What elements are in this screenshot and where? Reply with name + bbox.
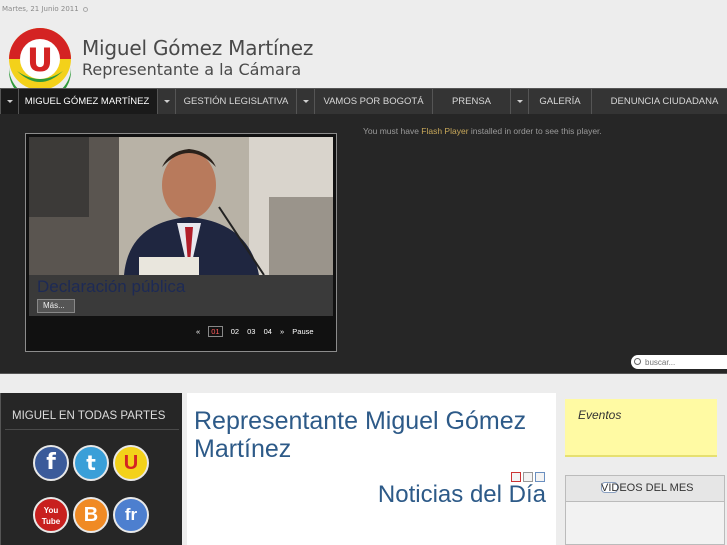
site-subtitle: Representante a la Cámara [82,60,302,79]
nav-label: PRENSA [451,96,492,107]
hero-section: Declaración pública Más... « 01 02 03 04… [0,114,727,374]
blogger-icon[interactable]: B [73,497,109,533]
search-box [631,355,727,369]
prev-icon[interactable]: « [196,327,200,336]
slide-photo[interactable] [29,137,333,275]
videos-header: VIDEOS DEL MES [566,476,724,502]
nav-item-prensa[interactable]: PRENSA [432,89,510,114]
nav-label: DENUNCIA CIUDADANA [610,96,719,107]
page-button[interactable]: 04 [264,327,272,336]
chevron-down-icon[interactable] [1,89,19,114]
slide-caption[interactable]: Declaración pública [37,277,185,297]
friendfeed-icon[interactable]: fr [113,497,149,533]
flash-text-before: You must have [363,126,422,136]
clock-icon [82,6,88,12]
slider-pager: « 01 02 03 04 » Pause [196,326,320,337]
nav-item-miguel[interactable]: MIGUEL GÓMEZ MARTÍNEZ [0,89,157,114]
party-logo[interactable]: U [8,27,72,91]
news-heading: Noticias del Día [377,481,546,508]
right-column: Eventos VIDEOS DEL MES [562,393,727,545]
nav-item-bogota[interactable]: VAMOS POR BOGOTÁ [296,89,432,114]
facebook-icon[interactable]: f [33,445,69,481]
chevron-down-icon[interactable] [158,89,176,114]
nav-item-denuncia[interactable]: DENUNCIA CIUDADANA [591,89,727,114]
date-text: Martes, 21 Junio 2011 [2,5,79,13]
slide-caption-bar: Declaración pública Más... [29,275,333,316]
page-title: Representante Miguel Gómez Martínez [194,407,527,463]
chevron-down-icon[interactable] [297,89,315,114]
main-nav: MIGUEL GÓMEZ MARTÍNEZ GESTIÓN LEGISLATIV… [0,88,727,114]
search-input[interactable] [645,356,723,368]
page-button[interactable]: 02 [231,327,239,336]
nav-label: VAMOS POR BOGOTÁ [323,96,424,107]
search-icon [634,358,641,365]
logo-letter: U [27,41,53,79]
site-title: Miguel Gómez Martínez [82,36,314,60]
videos-label: VIDEOS DEL MES [601,482,694,494]
next-icon[interactable]: » [280,327,284,336]
pause-button[interactable]: Pause [292,327,313,336]
social-column: MIGUEL EN TODAS PARTES f t U You Tube B … [0,393,182,545]
party-u-icon[interactable]: U [113,445,149,481]
nav-item-gestion[interactable]: GESTIÓN LEGISLATIVA [157,89,296,114]
flash-player-link[interactable]: Flash Player [421,126,468,136]
nav-item-galeria[interactable]: GALERÍA [510,89,591,114]
social-heading: MIGUEL EN TODAS PARTES [12,410,166,422]
date-line: Martes, 21 Junio 2011 [2,5,88,13]
more-button[interactable]: Más... [37,299,75,313]
main-content: Representante Miguel Gómez Martínez Noti… [187,393,556,545]
events-note[interactable]: Eventos [565,399,717,457]
events-label: Eventos [578,408,622,422]
flash-text-after: installed in order to see this player. [468,126,602,136]
flash-notice: You must have Flash Player installed in … [363,126,602,136]
nav-label: MIGUEL GÓMEZ MARTÍNEZ [24,96,150,107]
chevron-down-icon[interactable] [511,89,529,114]
videos-box: VIDEOS DEL MES [565,475,725,545]
divider [5,429,179,430]
twitter-icon[interactable]: t [73,445,109,481]
youtube-icon[interactable]: You Tube [33,497,69,533]
page-button[interactable]: 01 [208,326,223,337]
nav-label: GESTIÓN LEGISLATIVA [183,96,289,107]
page-button[interactable]: 03 [247,327,255,336]
news-slider[interactable]: Declaración pública Más... « 01 02 03 04… [25,133,337,352]
